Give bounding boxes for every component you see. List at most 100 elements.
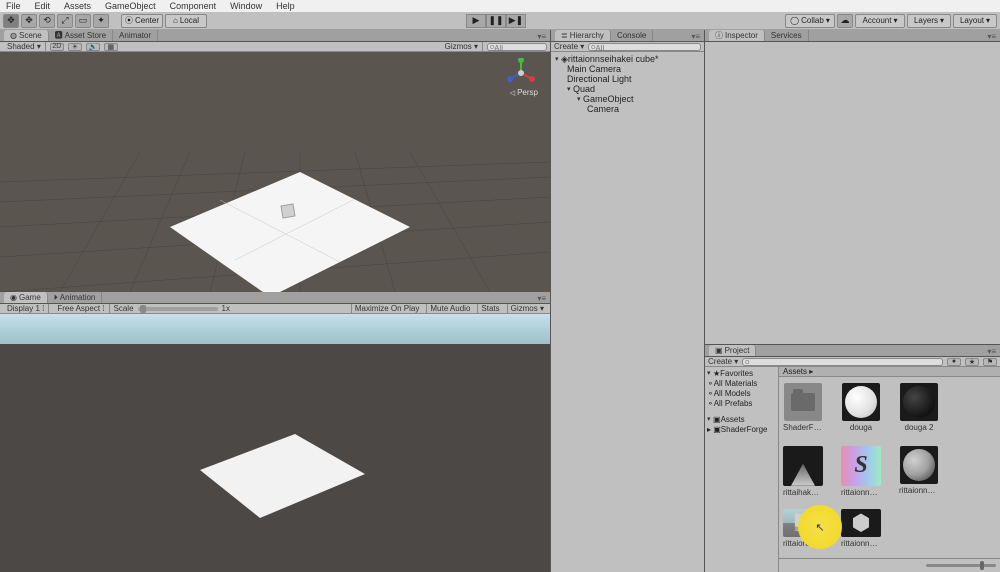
create-dropdown[interactable]: Create ▾ bbox=[708, 357, 738, 366]
layout-dropdown[interactable]: Layout ▾ bbox=[953, 14, 997, 28]
hierarchy-item[interactable]: Directional Light bbox=[551, 74, 704, 84]
menu-gameobject[interactable]: GameObject bbox=[105, 1, 156, 11]
project-tree[interactable]: ▾★ Favorites ⚬ All Materials ⚬ All Model… bbox=[705, 367, 779, 572]
save-search-icon[interactable]: ⚑ bbox=[983, 358, 997, 366]
layers-dropdown[interactable]: Layers ▾ bbox=[907, 14, 951, 28]
thumbnail-size-slider[interactable] bbox=[926, 564, 996, 567]
mode-2d[interactable]: 2D bbox=[50, 43, 64, 51]
transform-tool[interactable]: ✦ bbox=[93, 14, 109, 28]
aspect-dropdown[interactable]: Free Aspect ⁞ bbox=[53, 304, 109, 313]
hierarchy-item[interactable]: Main Camera bbox=[551, 64, 704, 74]
tab-options-icon[interactable]: ▾≡ bbox=[983, 347, 1000, 356]
menu-edit[interactable]: Edit bbox=[35, 1, 51, 11]
hierarchy-root[interactable]: ▾◈ rittaionnseihakei cube* bbox=[551, 54, 704, 64]
mute-toggle[interactable]: Mute Audio bbox=[426, 304, 473, 313]
play-button[interactable]: ▶ bbox=[466, 14, 486, 28]
tab-animation[interactable]: ⏵Animation bbox=[48, 292, 103, 303]
menu-file[interactable]: File bbox=[6, 1, 21, 11]
project-breadcrumb[interactable]: Assets ▸ bbox=[779, 367, 1000, 377]
rect-tool[interactable]: ▭ bbox=[75, 14, 91, 28]
asset-material[interactable]: rittaionnsei... bbox=[899, 446, 939, 495]
asset-folder[interactable]: ShaderForge bbox=[783, 383, 823, 432]
hierarchy-tabs: ≣Hierarchy Console ▾≡ bbox=[551, 30, 704, 42]
tab-hierarchy[interactable]: ≣Hierarchy bbox=[555, 30, 611, 41]
gizmos-dropdown[interactable]: Gizmos ▾ bbox=[441, 42, 483, 51]
game-canvas bbox=[0, 314, 550, 544]
scale-slider[interactable] bbox=[138, 307, 218, 311]
pivot-toggle[interactable]: ⦿ Center bbox=[121, 14, 163, 28]
scene-icon: ◍ bbox=[10, 31, 17, 40]
scene-search[interactable]: ᴼAll bbox=[487, 43, 547, 51]
menu-bar[interactable]: File Edit Assets GameObject Component Wi… bbox=[0, 0, 1000, 12]
orientation-gizmo[interactable] bbox=[506, 58, 536, 88]
material-icon bbox=[903, 386, 935, 418]
tab-console[interactable]: Console bbox=[611, 30, 653, 41]
gizmos-toggle[interactable]: Gizmos ▾ bbox=[507, 304, 547, 313]
fx-toggle[interactable]: ▦ bbox=[104, 43, 118, 51]
game-viewport[interactable] bbox=[0, 314, 550, 572]
create-dropdown[interactable]: Create ▾ bbox=[554, 42, 584, 51]
shading-mode[interactable]: Shaded ▾ bbox=[3, 42, 46, 51]
space-toggle[interactable]: ⌂ Local bbox=[165, 14, 207, 28]
stats-toggle[interactable]: Stats bbox=[477, 304, 502, 313]
tab-options-icon[interactable]: ▾≡ bbox=[983, 32, 1000, 41]
asset-texture[interactable]: rittaihakei... bbox=[783, 446, 823, 495]
scene-toolbar: Shaded ▾ 2D ☀ 🔊 ▦ Gizmos ▾ ᴼAll bbox=[0, 42, 550, 52]
account-button[interactable]: Account ▾ bbox=[855, 14, 905, 28]
scale-tool[interactable]: ⤢ bbox=[57, 14, 73, 28]
hierarchy-search[interactable]: ᴼAll bbox=[588, 43, 701, 51]
tab-options-icon[interactable]: ▾≡ bbox=[533, 294, 550, 303]
hierarchy-tree[interactable]: ▾◈ rittaionnseihakei cube* Main Camera D… bbox=[551, 52, 704, 572]
menu-help[interactable]: Help bbox=[276, 1, 295, 11]
tab-game[interactable]: ◉Game bbox=[4, 292, 48, 303]
asset-material[interactable]: douga 2 bbox=[899, 383, 939, 432]
tab-scene[interactable]: ◍Scene bbox=[4, 30, 49, 41]
tab-inspector[interactable]: ⓘInspector bbox=[709, 30, 765, 41]
pause-button[interactable]: ❚❚ bbox=[486, 14, 506, 28]
cloud-button[interactable]: ☁ bbox=[837, 14, 853, 28]
projection-label[interactable]: Persp bbox=[510, 88, 538, 97]
collab-button[interactable]: ◯ Collab ▾ bbox=[785, 14, 835, 28]
hierarchy-item[interactable]: ▾Quad bbox=[551, 84, 704, 94]
maximize-toggle[interactable]: Maximize On Play bbox=[351, 304, 422, 313]
favorites-root[interactable]: ▾★ Favorites bbox=[705, 368, 778, 378]
game-tabs: ◉Game ⏵Animation ▾≡ bbox=[0, 292, 550, 304]
project-tabs: ▣Project ▾≡ bbox=[705, 345, 1000, 357]
tab-services[interactable]: Services bbox=[765, 30, 809, 41]
tree-folder[interactable]: ▸ ▣ ShaderForge bbox=[705, 424, 778, 434]
unity-icon: ⬢ bbox=[841, 509, 881, 537]
project-footer bbox=[779, 558, 1000, 572]
display-dropdown[interactable]: Display 1 ⁞ bbox=[3, 304, 49, 313]
fav-item[interactable]: ⚬ All Prefabs bbox=[705, 398, 778, 408]
project-search[interactable]: ᴼ bbox=[742, 358, 943, 366]
foldout-icon[interactable]: ▾ bbox=[555, 55, 561, 63]
lighting-toggle[interactable]: ☀ bbox=[68, 43, 82, 51]
move-tool[interactable]: ✥ bbox=[21, 14, 37, 28]
search-type-icon[interactable]: ★ bbox=[965, 358, 979, 366]
hierarchy-icon: ≣ bbox=[561, 31, 568, 40]
tab-options-icon[interactable]: ▾≡ bbox=[687, 32, 704, 41]
menu-component[interactable]: Component bbox=[170, 1, 217, 11]
hand-tool[interactable]: ✥ bbox=[3, 14, 19, 28]
tab-asset-store[interactable]: 🅰Asset Store bbox=[49, 30, 113, 41]
asset-scene[interactable]: ⬢rittaionnsei... bbox=[841, 509, 881, 546]
rotate-tool[interactable]: ⟲ bbox=[39, 14, 55, 28]
step-button[interactable]: ▶❚ bbox=[506, 14, 526, 28]
fav-item[interactable]: ⚬ All Models bbox=[705, 388, 778, 398]
play-controls: ▶ ❚❚ ▶❚ bbox=[466, 14, 526, 28]
asset-shader[interactable]: Srittaionnsei... bbox=[841, 446, 881, 495]
menu-assets[interactable]: Assets bbox=[64, 1, 91, 11]
menu-window[interactable]: Window bbox=[230, 1, 262, 11]
tab-project[interactable]: ▣Project bbox=[709, 345, 756, 356]
hierarchy-item[interactable]: ▾GameObject bbox=[551, 94, 704, 104]
asset-material[interactable]: douga bbox=[841, 383, 881, 432]
audio-toggle[interactable]: 🔊 bbox=[86, 43, 100, 51]
scene-viewport[interactable]: Persp bbox=[0, 52, 550, 292]
tab-animator[interactable]: Animator bbox=[113, 30, 158, 41]
project-grid[interactable]: ShaderForge douga douga 2 rittaihakei...… bbox=[779, 377, 1000, 558]
assets-root[interactable]: ▾▣ Assets bbox=[705, 414, 778, 424]
search-filter-icon[interactable]: ● bbox=[947, 358, 961, 366]
fav-item[interactable]: ⚬ All Materials bbox=[705, 378, 778, 388]
tab-options-icon[interactable]: ▾≡ bbox=[533, 32, 550, 41]
hierarchy-item[interactable]: Camera bbox=[551, 104, 704, 114]
